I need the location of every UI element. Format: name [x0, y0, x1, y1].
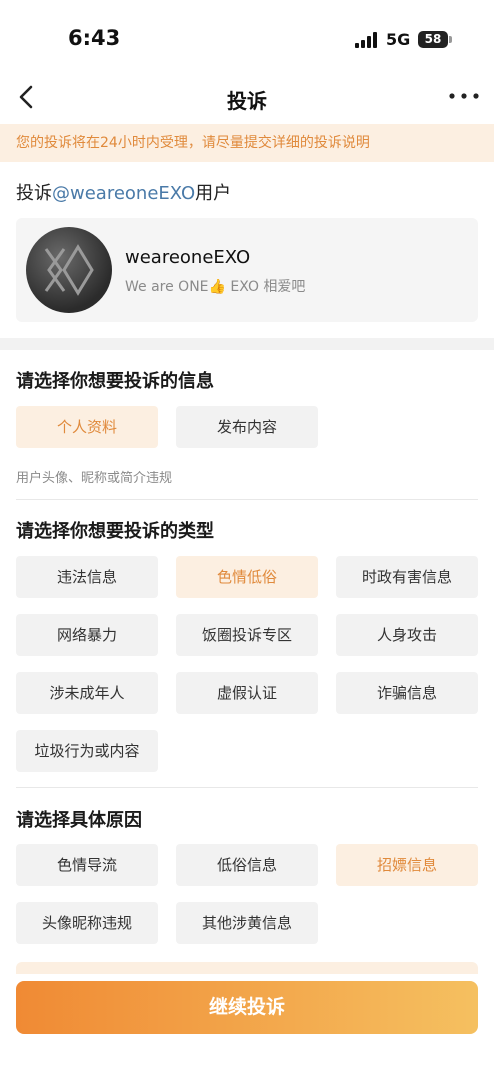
info-option-posts[interactable]: 发布内容 — [176, 406, 318, 448]
type-option[interactable]: 时政有害信息 — [336, 556, 478, 598]
section-separator — [0, 338, 494, 350]
info-option-profile[interactable]: 个人资料 — [16, 406, 158, 448]
user-bio: We are ONE👍 EXO 相爱吧 — [125, 279, 306, 295]
divider — [16, 499, 478, 500]
target-suffix: 用户 — [195, 183, 232, 204]
type-option[interactable]: 涉未成年人 — [16, 672, 158, 714]
type-option[interactable]: 垃圾行为或内容 — [16, 730, 158, 772]
reason-section-title: 请选择具体原因 — [16, 810, 142, 831]
network-label: 5G — [386, 30, 411, 49]
divider — [16, 787, 478, 788]
info-hint: 用户头像、昵称或简介违规 — [16, 471, 173, 486]
reason-option-selected[interactable]: 招嫖信息 — [336, 844, 478, 886]
target-prefix: 投诉 — [16, 183, 52, 204]
target-handle-link[interactable]: @weareoneEXO — [52, 183, 195, 204]
type-option-selected[interactable]: 色情低俗 — [176, 556, 318, 598]
type-option[interactable]: 违法信息 — [16, 556, 158, 598]
type-option[interactable]: 饭圈投诉专区 — [176, 614, 318, 656]
type-option[interactable]: 诈骗信息 — [336, 672, 478, 714]
battery-icon: 58 — [418, 31, 448, 48]
reason-option[interactable]: 低俗信息 — [176, 844, 318, 886]
avatar — [26, 227, 112, 313]
type-option[interactable]: 虚假认证 — [176, 672, 318, 714]
continue-complaint-button[interactable]: 继续投诉 — [16, 981, 478, 1034]
battery-cap — [449, 36, 452, 43]
user-name: weareoneEXO — [125, 247, 251, 268]
info-section-title: 请选择你想要投诉的信息 — [16, 371, 214, 392]
notice-banner: 您的投诉将在24小时内受理，请尽量提交详细的投诉说明 — [0, 124, 494, 162]
status-time: 6:43 — [68, 26, 121, 50]
more-dots-icon[interactable] — [448, 86, 480, 106]
nav-bar: 投诉 — [0, 74, 494, 120]
reason-option[interactable]: 色情导流 — [16, 844, 158, 886]
signal-icon — [355, 32, 379, 48]
description-box-edge — [16, 962, 478, 974]
page-title: 投诉 — [227, 89, 267, 113]
reason-option[interactable]: 其他涉黄信息 — [176, 902, 318, 944]
status-bar: 6:43 5G 58 — [0, 0, 494, 80]
complaint-target-line: 投诉@weareoneEXO用户 — [16, 179, 231, 205]
user-card[interactable]: weareoneEXO We are ONE👍 EXO 相爱吧 — [16, 218, 478, 322]
type-option[interactable]: 网络暴力 — [16, 614, 158, 656]
reason-option[interactable]: 头像昵称违规 — [16, 902, 158, 944]
type-option[interactable]: 人身攻击 — [336, 614, 478, 656]
type-section-title: 请选择你想要投诉的类型 — [16, 521, 214, 542]
